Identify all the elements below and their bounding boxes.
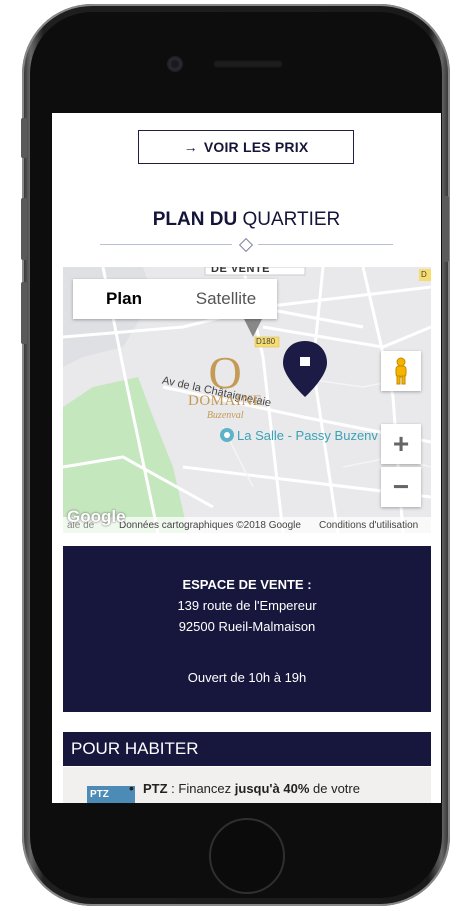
- title-divider: [100, 237, 393, 253]
- map-terms-link[interactable]: Conditions d'utilisation: [319, 520, 418, 531]
- ptz-text-a: : Financez: [167, 781, 235, 796]
- vente-address-line2: 92500 Rueil-Malmaison: [178, 619, 316, 634]
- domaine-buzenval-logo: O DOMAINE Buzenval: [188, 347, 263, 422]
- voir-les-prix-button[interactable]: → VOIR LES PRIX: [138, 130, 354, 164]
- google-map[interactable]: DE VENTE D180 D Av de la Châtaigneraie L…: [63, 267, 431, 533]
- ptz-text: PTZ : Financez jusqu'à 40% de votre: [143, 781, 360, 796]
- earpiece-speaker: [213, 60, 283, 68]
- vente-title: ESPACE DE VENTE :: [182, 577, 312, 592]
- ptz-text-bold: jusqu'à 40%: [234, 781, 310, 796]
- ptz-text-b: de votre: [309, 781, 360, 796]
- map-type-plan[interactable]: Plan: [73, 279, 175, 319]
- mute-switch: [21, 118, 27, 158]
- power-button: [443, 196, 449, 262]
- road-label-d180: D180: [256, 337, 276, 346]
- phone-screen: → VOIR LES PRIX PLAN DU QUARTIER DE VENT…: [52, 113, 441, 803]
- street-view-pegman-icon[interactable]: [381, 351, 421, 391]
- front-camera: [169, 58, 181, 70]
- ptz-list-item: PTZ • PTZ : Financez jusqu'à 40% de votr…: [63, 767, 431, 803]
- vente-address-line1: 139 route de l'Empereur: [177, 598, 317, 613]
- home-button[interactable]: [209, 818, 285, 894]
- map-label-de-vente: DE VENTE: [211, 267, 271, 275]
- diamond-icon: [238, 237, 254, 253]
- bullet-icon: •: [129, 780, 134, 796]
- vente-hours: Ouvert de 10h à 19h: [187, 670, 307, 685]
- poi-la-salle[interactable]: La Salle - Passy Buzenv: [237, 428, 378, 443]
- map-type-toggle: Plan Satellite: [73, 279, 277, 319]
- voir-les-prix-label: VOIR LES PRIX: [203, 139, 309, 155]
- section-title-plan-quartier: PLAN DU QUARTIER: [52, 209, 441, 231]
- domaine-subtitle: Buzenval: [206, 410, 244, 421]
- ptz-label: PTZ: [143, 781, 168, 796]
- volume-down-button: [21, 282, 27, 344]
- google-logo[interactable]: Google: [67, 507, 126, 527]
- domaine-logo-o: O: [208, 347, 242, 398]
- volume-up-button: [21, 198, 27, 260]
- domaine-name: DOMAINE: [188, 393, 263, 409]
- arrow-right-icon: →: [183, 139, 198, 155]
- ptz-badge: PTZ: [87, 786, 135, 803]
- map-copyright: Données cartographiques ©2018 Google: [119, 519, 301, 531]
- zoom-in-button[interactable]: +: [381, 424, 421, 464]
- espace-de-vente-box: ESPACE DE VENTE : 139 route de l'Empereu…: [63, 546, 431, 712]
- map-type-satellite[interactable]: Satellite: [175, 279, 277, 319]
- zoom-out-button[interactable]: −: [381, 467, 421, 507]
- road-label-d: D: [421, 270, 427, 279]
- pour-habiter-header: POUR HABITER: [63, 732, 431, 766]
- section-title-rest: QUARTIER: [237, 209, 341, 230]
- section-title-bold: PLAN DU: [152, 209, 238, 230]
